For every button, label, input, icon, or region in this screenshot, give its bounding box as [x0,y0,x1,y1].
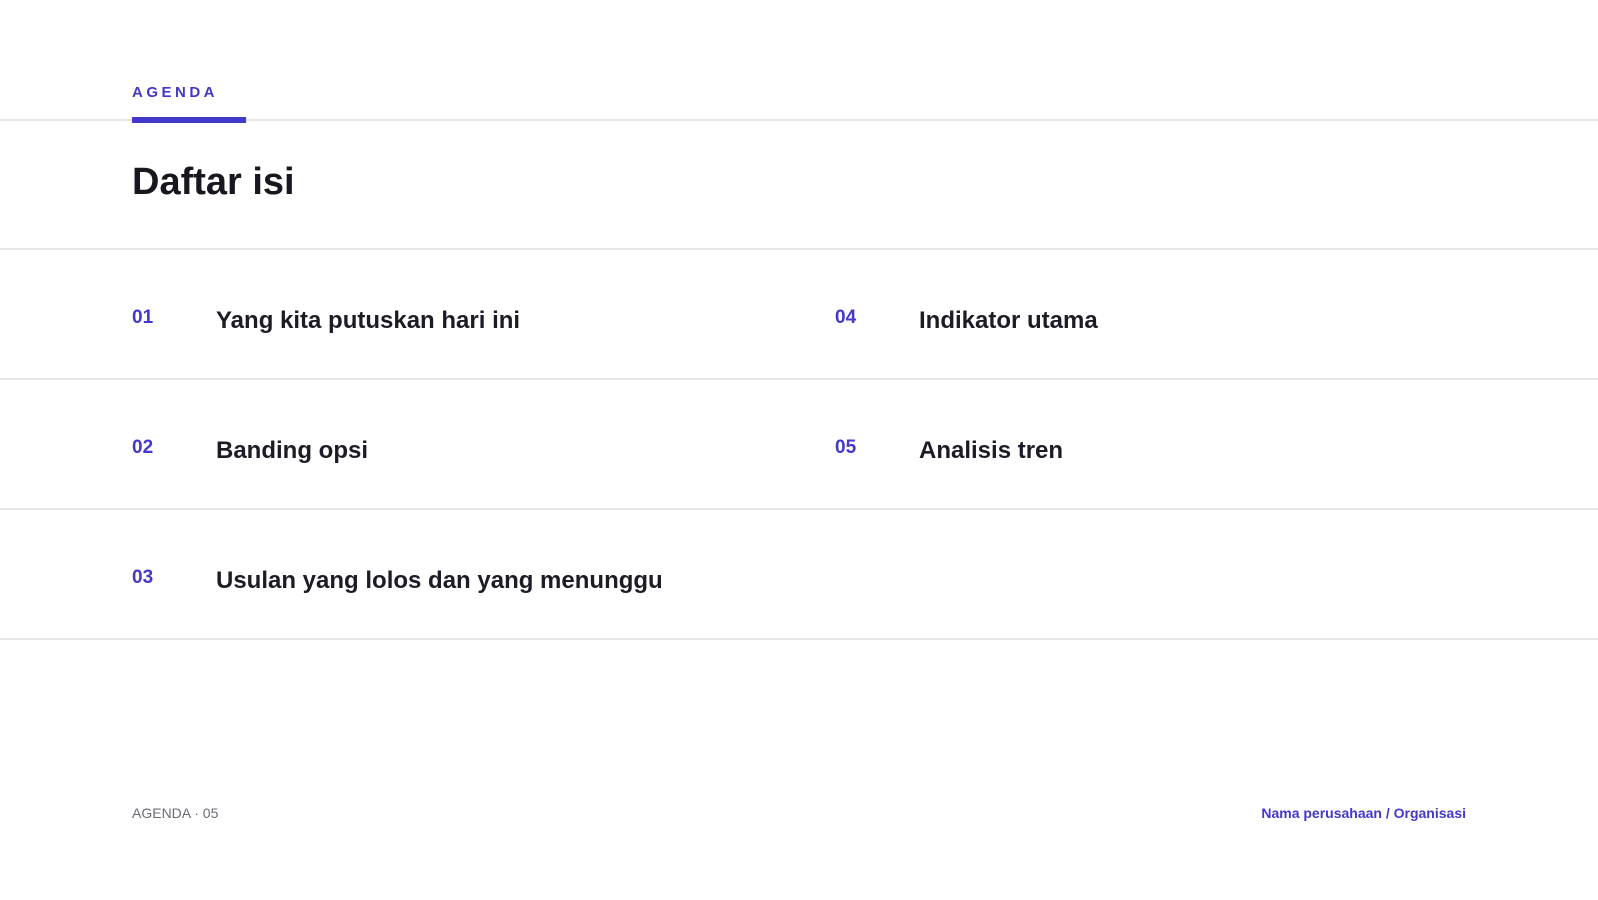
section-label: AGENDA [132,84,219,101]
agenda-item-label: Analisis tren [919,437,1064,464]
agenda-item-number: 02 [132,437,154,458]
agenda-item-label: Banding opsi [216,437,368,464]
list-divider-bottom [0,638,1598,640]
list-divider [0,508,1598,510]
agenda-item-label: Usulan yang lolos dan yang menunggu [216,567,663,594]
section-label-underline [132,117,246,123]
agenda-item-label: Yang kita putuskan hari ini [216,307,521,334]
agenda-item-label: Indikator utama [919,307,1098,334]
page-title: Daftar isi [132,161,295,203]
list-divider-top [0,248,1598,250]
agenda-slide: AGENDA Daftar isi 01 Yang kita putuskan … [0,0,1598,900]
agenda-item-number: 04 [835,307,857,328]
footer-page-marker: AGENDA · 05 [132,805,219,821]
footer-organization: Nama perusahaan / Organisasi [1261,805,1466,821]
agenda-item-number: 03 [132,567,154,588]
agenda-item-number: 01 [132,307,154,328]
list-divider [0,378,1598,380]
agenda-item-number: 05 [835,437,857,458]
